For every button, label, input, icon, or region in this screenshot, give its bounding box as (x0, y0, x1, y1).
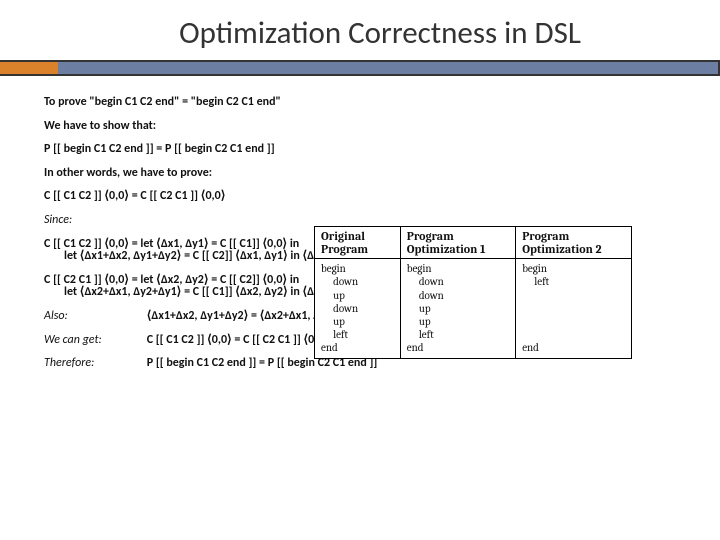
accent-bar-orange (0, 62, 58, 74)
accent-bar (0, 60, 720, 76)
therefore-label: Therefore: (44, 357, 144, 370)
slide: Optimization Correctness in DSL To prove… (0, 0, 720, 540)
since-label: Since: (44, 214, 676, 227)
also-label: Also: (44, 310, 144, 323)
line-4: In other words, we have to prove: (44, 167, 374, 180)
th-original: Original Program (315, 227, 401, 259)
slide-title: Optimization Correctness in DSL (0, 0, 720, 60)
td-original: begin down up down up left end (315, 259, 401, 358)
wecanget-label: We can get: (44, 334, 144, 347)
program-table: Original Program Program Optimization 1 … (314, 226, 632, 359)
td-opt1: begin down down up up left end (400, 259, 515, 358)
th-opt1: Program Optimization 1 (400, 227, 515, 259)
th-opt2: Program Optimization 2 (516, 227, 632, 259)
line-2: We have to show that: (44, 120, 374, 133)
wecanget-eq: C [[ C1 C2 ]] ⟨0,0⟩ = C [[ C2 C1 ]] ⟨0,0… (147, 333, 328, 347)
line-3: P [[ begin C1 C2 end ]] = P [[ begin C2 … (44, 143, 374, 156)
td-opt2: begin left end (516, 259, 632, 358)
accent-bar-blue (58, 62, 718, 74)
line-5: C [[ C1 C2 ]] ⟨0,0⟩ = C [[ C2 C1 ]] ⟨0,0… (44, 190, 374, 203)
line-1: To prove "begin C1 C2 end" = "begin C2 C… (44, 96, 374, 109)
therefore-line: Therefore: P [[ begin C1 C2 end ]] = P [… (44, 357, 676, 370)
content-area: To prove "begin C1 C2 end" = "begin C2 C… (0, 96, 720, 370)
